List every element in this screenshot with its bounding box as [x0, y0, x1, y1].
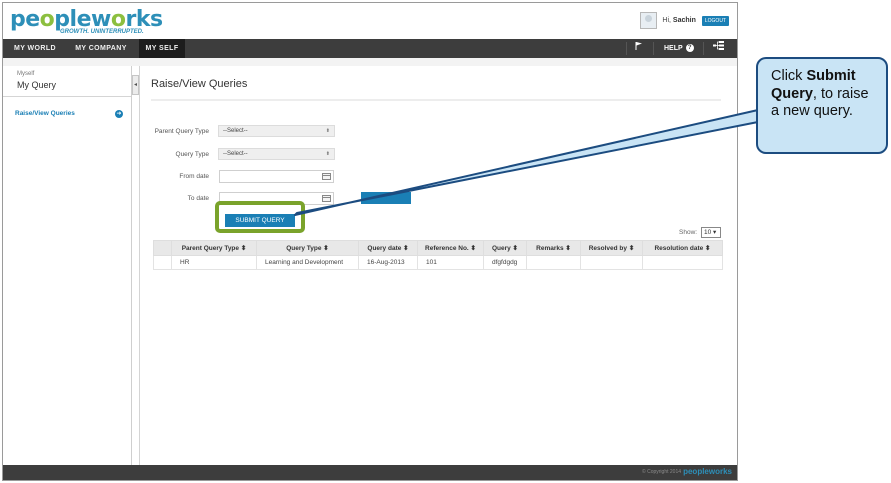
instruction-callout: Click Submit Query, to raise a new query…	[756, 57, 888, 154]
callout-text: Click	[771, 68, 807, 84]
